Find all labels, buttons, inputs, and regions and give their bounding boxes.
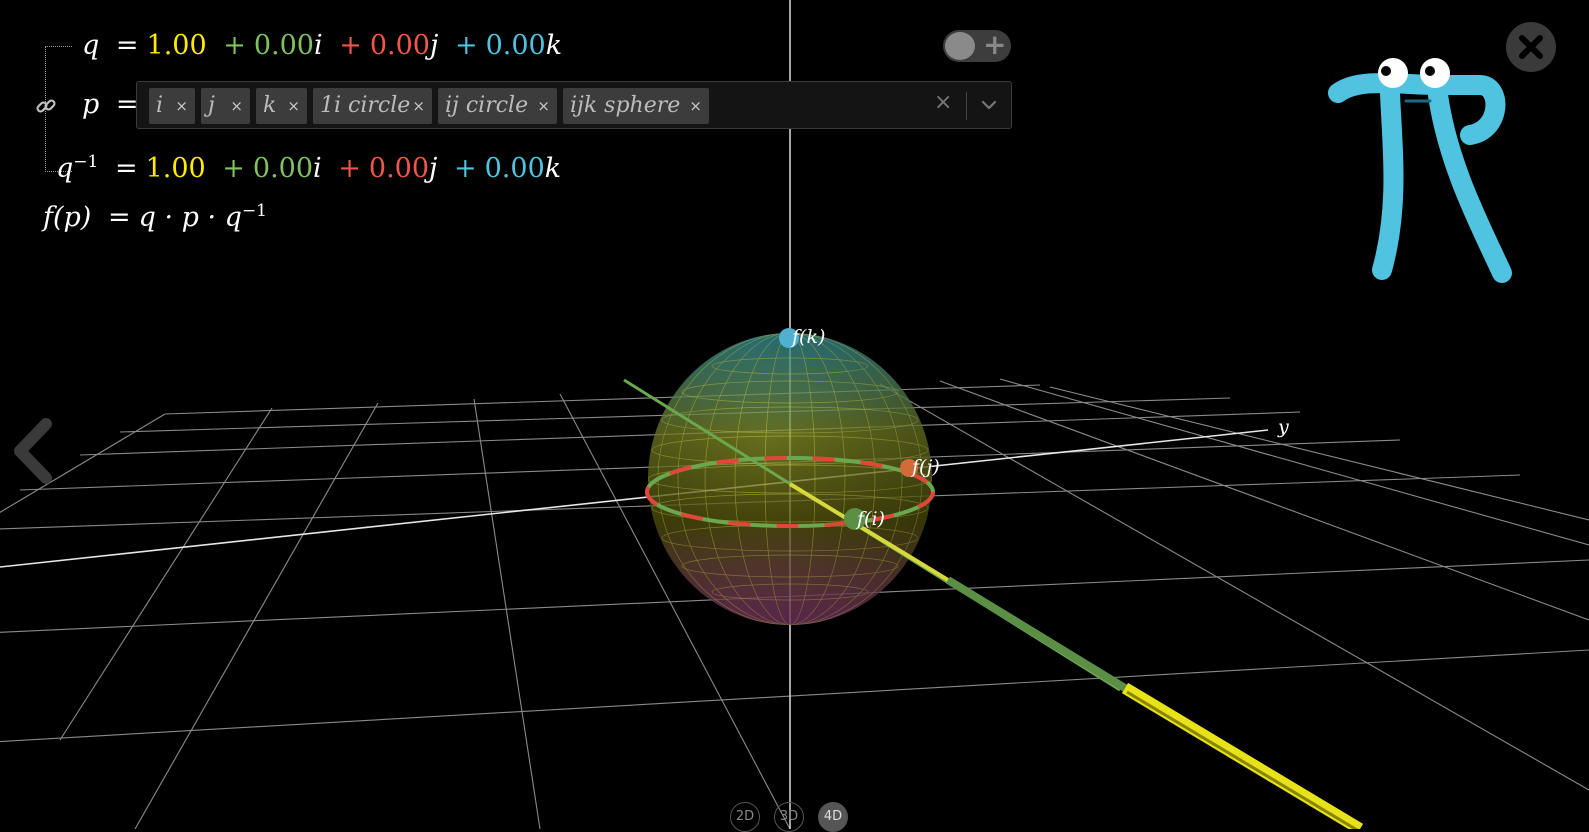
label-fk: f(k) <box>792 326 826 348</box>
toggle-switch[interactable]: + <box>943 28 1011 62</box>
qinv-j: 0.00 <box>368 153 430 184</box>
dim-2d-button[interactable]: 2D <box>730 802 760 832</box>
f-equation: f(p) = q · p · q−1 <box>43 201 267 233</box>
q-j: 0.00 <box>369 30 430 61</box>
p-multiselect[interactable]: i × j × k × 1i circle × ij circle × ijk … <box>136 81 1012 129</box>
tag-j: j × <box>201 88 250 124</box>
q-i: 0.00 <box>253 30 314 61</box>
toggle-plus-icon: + <box>983 28 1007 61</box>
dim-3d-button[interactable]: 3D <box>774 802 804 832</box>
back-arrow-icon[interactable] <box>8 416 58 486</box>
link-icon[interactable] <box>34 94 58 118</box>
remove-tag-i-icon[interactable]: × <box>175 88 188 124</box>
clear-all-icon[interactable]: × <box>934 90 952 115</box>
q-real: 1.00 <box>146 30 207 61</box>
remove-tag-ij-circle-icon[interactable]: × <box>537 88 550 124</box>
label-fi: f(i) <box>857 508 885 530</box>
toggle-knob <box>945 32 975 60</box>
select-divider <box>966 92 967 120</box>
qinv-i: 0.00 <box>252 153 314 184</box>
tag-i: i × <box>149 88 195 124</box>
qinv-real: 1.00 <box>145 153 206 184</box>
q-equation: q = 1.00 +0.00i +0.00j +0.00k <box>82 30 563 61</box>
q-k: 0.00 <box>485 30 546 61</box>
tag-ij-circle: ij circle × <box>438 88 557 124</box>
chevron-down-icon[interactable] <box>980 96 998 114</box>
q-var: q <box>82 30 100 61</box>
qinv-k: 0.00 <box>484 153 545 184</box>
tag-k: k × <box>256 88 307 124</box>
tag-1i-circle: 1i circle × <box>313 88 432 124</box>
remove-tag-k-icon[interactable]: × <box>287 88 300 124</box>
label-fj: f(j) <box>912 456 940 478</box>
remove-tag-ijk-sphere-icon[interactable]: × <box>689 88 702 124</box>
axis-label-y: y <box>1278 416 1289 438</box>
remove-tag-1i-circle-icon[interactable]: × <box>412 88 425 124</box>
ijk-sphere <box>648 333 932 625</box>
tag-ijk-sphere: ijk sphere × <box>563 88 709 124</box>
q-inverse-equation: q−1 = 1.00 +0.00i +0.00j +0.00k <box>56 152 562 184</box>
dim-4d-button[interactable]: 4D <box>818 802 848 832</box>
remove-tag-j-icon[interactable]: × <box>230 88 243 124</box>
pi-mascot-icon <box>1328 58 1512 283</box>
q-equals: = <box>115 30 139 61</box>
